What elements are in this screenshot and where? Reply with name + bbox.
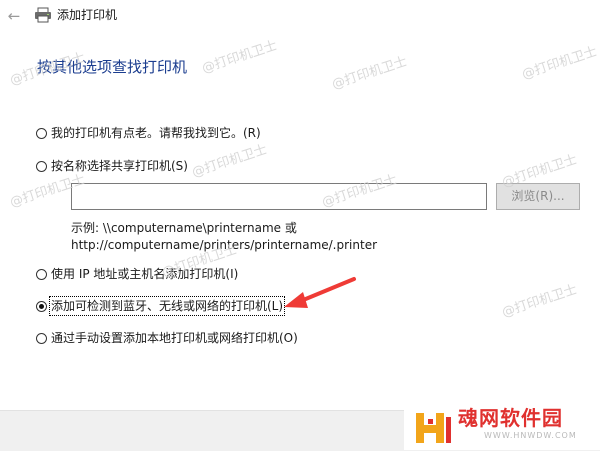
watermark: @打印机卫士 xyxy=(500,282,580,321)
radio-bluetooth-wireless[interactable] xyxy=(36,300,47,312)
example-line-1: 示例: \\computername\printername 或 xyxy=(71,221,297,235)
watermark: @打印机卫士 xyxy=(520,44,600,83)
option-shared-printer-label: 按名称选择共享打印机(S) xyxy=(51,159,188,173)
option-old-printer-label: 我的打印机有点老。请帮我找到它。(R) xyxy=(51,126,261,140)
printer-name-input[interactable] xyxy=(71,183,487,210)
option-old-printer[interactable]: 我的打印机有点老。请帮我找到它。(R) xyxy=(36,124,261,142)
watermark: @打印机卫士 xyxy=(200,38,280,77)
logo-url: WWW.HNWDW.COM xyxy=(484,431,577,440)
radio-manual-settings[interactable] xyxy=(36,332,47,344)
title-bar: ← 添加打印机 xyxy=(0,0,600,32)
logo-mark-icon xyxy=(416,413,451,443)
option-shared-printer[interactable]: 按名称选择共享打印机(S) xyxy=(36,157,188,175)
radio-shared-printer[interactable] xyxy=(36,160,47,172)
browse-button[interactable]: 浏览(R)... xyxy=(496,183,580,210)
option-manual-settings[interactable]: 通过手动设置添加本地打印机或网络打印机(O) xyxy=(36,329,298,347)
watermark: @打印机卫士 xyxy=(330,54,410,93)
logo-name: 魂网软件园 xyxy=(458,406,563,430)
example-line-2: http://computername/printers/printername… xyxy=(71,238,378,252)
window-title: 添加打印机 xyxy=(57,8,118,22)
watermark: @打印机卫士 xyxy=(190,142,270,181)
option-ip-address[interactable]: 使用 IP 地址或主机名添加打印机(I) xyxy=(36,265,238,283)
option-bluetooth-wireless-label: 添加可检测到蓝牙、无线或网络的打印机(L) xyxy=(48,296,286,316)
option-bluetooth-wireless[interactable]: 添加可检测到蓝牙、无线或网络的打印机(L) xyxy=(36,296,286,316)
example-text: 示例: \\computername\printername 或 http://… xyxy=(71,220,377,254)
back-arrow-icon[interactable]: ← xyxy=(4,6,24,26)
annotation-arrow-icon xyxy=(284,277,356,308)
printer-icon xyxy=(35,7,51,23)
radio-old-printer[interactable] xyxy=(36,127,47,139)
option-ip-address-label: 使用 IP 地址或主机名添加打印机(I) xyxy=(51,267,239,281)
page-heading: 按其他选项查找打印机 xyxy=(37,58,188,76)
radio-ip-address[interactable] xyxy=(36,268,47,280)
option-manual-settings-label: 通过手动设置添加本地打印机或网络打印机(O) xyxy=(51,331,298,345)
